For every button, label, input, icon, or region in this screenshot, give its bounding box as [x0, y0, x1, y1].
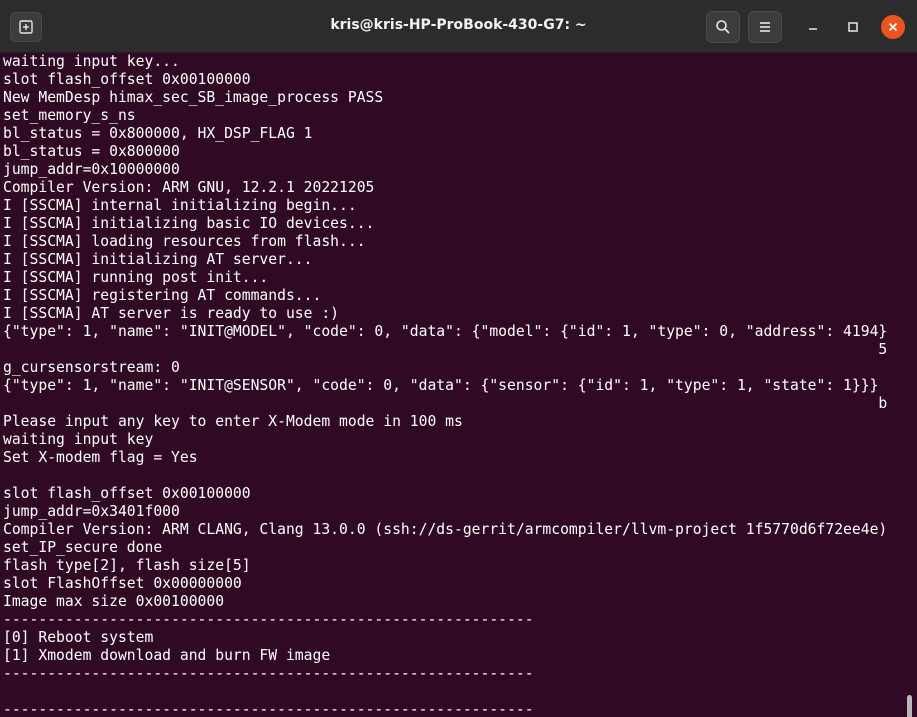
terminal-line: [0] Reboot system — [3, 629, 154, 646]
terminal-line: I [SSCMA] internal initializing begin... — [3, 197, 357, 214]
title-bar: kris@kris-HP-ProBook-430-G7: ~ — [0, 0, 917, 53]
terminal-line: ----------------------------------------… — [3, 701, 534, 717]
terminal-line: ----------------------------------------… — [3, 611, 534, 628]
terminal-line: set_memory_s_ns — [3, 107, 136, 124]
terminal-line: ----------------------------------------… — [3, 665, 534, 682]
terminal-line: waiting input key — [3, 431, 154, 448]
search-button[interactable] — [706, 11, 740, 43]
terminal-line: {"type": 1, "name": "INIT@MODEL", "code"… — [3, 323, 888, 340]
search-icon — [716, 20, 730, 34]
maximize-button[interactable] — [841, 15, 865, 39]
terminal-line: I [SSCMA] AT server is ready to use :) — [3, 305, 340, 322]
terminal-line: waiting input key... — [3, 53, 180, 70]
terminal-line: slot flash_offset 0x00100000 — [3, 71, 251, 88]
terminal-line: [1] Xmodem download and burn FW image — [3, 647, 331, 664]
terminal-line: 5 — [3, 341, 888, 358]
hamburger-menu-icon — [760, 22, 770, 32]
terminal-line: jump_addr=0x10000000 — [3, 161, 180, 178]
terminal-line: I [SSCMA] initializing AT server... — [3, 251, 313, 268]
terminal-line: Image max size 0x00100000 — [3, 593, 225, 610]
terminal-line: slot FlashOffset 0x00000000 — [3, 575, 242, 592]
terminal-line: Compiler Version: ARM CLANG, Clang 13.0.… — [3, 521, 888, 538]
terminal-line: bl_status = 0x800000 — [3, 143, 180, 160]
terminal-line: Set X-modem flag = Yes — [3, 449, 198, 466]
terminal-line: I [SSCMA] loading resources from flash..… — [3, 233, 366, 250]
terminal-text: waiting input key... slot flash_offset 0x… — [3, 53, 917, 717]
terminal-line: flash type[2], flash size[5] — [3, 557, 251, 574]
close-icon — [888, 22, 898, 32]
terminal-line: I [SSCMA] running post init... — [3, 269, 269, 286]
terminal-line: jump_addr=0x3401f000 — [3, 503, 180, 520]
menu-button[interactable] — [748, 11, 782, 43]
terminal-line: slot flash_offset 0x00100000 — [3, 485, 251, 502]
scrollbar-thumb[interactable] — [907, 695, 912, 717]
close-button[interactable] — [881, 15, 905, 39]
terminal-line: b — [3, 395, 888, 412]
terminal-output[interactable]: waiting input key... slot flash_offset 0x… — [0, 53, 917, 717]
terminal-line: New MemDesp himax_sec_SB_image_process P… — [3, 89, 384, 106]
terminal-line: I [SSCMA] registering AT commands... — [3, 287, 322, 304]
terminal-line: set_IP_secure done — [3, 539, 163, 556]
terminal-line: {"type": 1, "name": "INIT@SENSOR", "code… — [3, 377, 879, 394]
terminal-line: Please input any key to enter X-Modem mo… — [3, 413, 463, 430]
terminal-line: Compiler Version: ARM GNU, 12.2.1 202212… — [3, 179, 375, 196]
terminal-line: I [SSCMA] initializing basic IO devices.… — [3, 215, 375, 232]
terminal-line: bl_status = 0x800000, HX_DSP_FLAG 1 — [3, 125, 313, 142]
maximize-icon — [848, 22, 858, 32]
minimize-button[interactable] — [801, 15, 825, 39]
terminal-line: g_cursensorstream: 0 — [3, 359, 180, 376]
minimize-icon — [809, 28, 817, 30]
